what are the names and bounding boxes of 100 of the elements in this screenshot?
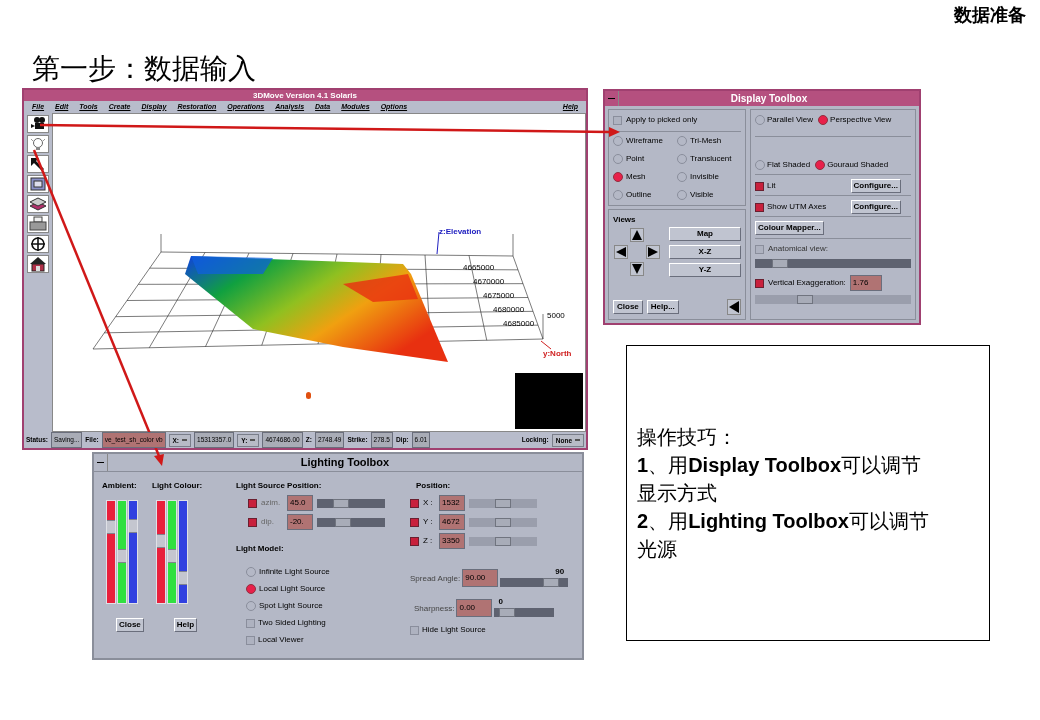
checkbox[interactable] xyxy=(613,115,622,125)
radio-button[interactable] xyxy=(246,567,256,577)
checkbox[interactable] xyxy=(248,498,257,508)
radio-label: Spot Light Source xyxy=(259,600,323,612)
radio-button[interactable] xyxy=(613,190,623,200)
slider-thumb[interactable] xyxy=(335,517,352,527)
checkbox[interactable] xyxy=(755,278,764,288)
tool-button[interactable] xyxy=(27,255,49,273)
radio-button[interactable] xyxy=(613,136,623,146)
section-label: Ambient: xyxy=(102,480,138,492)
radio-label: Flat Shaded xyxy=(767,159,811,171)
slider-thumb[interactable] xyxy=(542,578,559,587)
button[interactable]: Configure... xyxy=(850,200,901,214)
slider-thumb[interactable] xyxy=(332,498,349,508)
slider-reading: 0 xyxy=(498,596,504,608)
radio-button[interactable] xyxy=(755,160,765,170)
tick-label: 5000 xyxy=(547,310,565,322)
slider-thumb[interactable] xyxy=(797,295,813,304)
slider-thumb[interactable] xyxy=(129,518,137,533)
button[interactable]: X-Z xyxy=(669,245,741,259)
button[interactable]: Close xyxy=(613,300,643,314)
checkbox[interactable] xyxy=(410,498,419,508)
layers-icon xyxy=(29,196,47,212)
slider-thumb[interactable] xyxy=(495,517,511,527)
input-field[interactable]: 45.0 xyxy=(287,495,313,511)
checkbox[interactable] xyxy=(755,181,764,191)
slider-thumb[interactable] xyxy=(157,534,165,549)
button[interactable]: Help xyxy=(173,618,198,632)
triangle-left-icon xyxy=(729,301,739,313)
slider-thumb[interactable] xyxy=(495,536,511,546)
window-menu-button[interactable] xyxy=(605,91,619,106)
slider-thumb[interactable] xyxy=(118,549,126,564)
checkbox-label: Lit xyxy=(767,180,776,192)
collapse-button[interactable] xyxy=(727,299,741,315)
axis-label: y:North xyxy=(543,348,572,360)
checkbox[interactable] xyxy=(246,635,255,645)
button[interactable]: Map xyxy=(669,227,741,241)
button[interactable]: Close xyxy=(116,618,144,632)
field-label: Spread Angle: xyxy=(410,573,461,585)
input-field[interactable]: 1.76 xyxy=(849,275,882,291)
field-label: Sharpness: xyxy=(414,603,455,615)
window-icon xyxy=(29,176,47,192)
button[interactable]: Help... xyxy=(646,300,679,314)
radio-button[interactable] xyxy=(677,190,687,200)
radio-button[interactable] xyxy=(246,584,256,594)
radio-button[interactable] xyxy=(755,115,765,125)
preview-pane xyxy=(515,373,583,429)
arrow-button[interactable] xyxy=(614,245,628,259)
section-label: Light Model: xyxy=(236,543,285,555)
axis-label: z:Elevation xyxy=(439,226,482,238)
checkbox-label: Anatomical view: xyxy=(768,243,829,255)
radio-label: Mesh xyxy=(626,171,646,183)
arrow-button[interactable] xyxy=(646,245,660,259)
input-field[interactable]: 3350 xyxy=(439,533,465,549)
radio-label: Invisible xyxy=(690,171,719,183)
window-menu-button[interactable] xyxy=(94,454,108,471)
triangle-right-icon xyxy=(648,247,658,257)
radio-button[interactable] xyxy=(613,172,623,182)
checkbox-label: Local Viewer xyxy=(258,634,304,646)
input-field[interactable]: -20. xyxy=(287,514,313,530)
checkbox[interactable] xyxy=(246,618,255,628)
tool-button[interactable] xyxy=(27,175,49,193)
checkbox[interactable] xyxy=(410,536,419,546)
input-field[interactable]: 1532 xyxy=(439,495,465,511)
arrow-button[interactable] xyxy=(630,228,644,243)
input-field[interactable]: 90.00 xyxy=(462,569,499,587)
button[interactable]: Y-Z xyxy=(669,263,741,277)
slider-thumb[interactable] xyxy=(168,549,176,564)
radio-label: Tri-Mesh xyxy=(690,135,722,147)
checkbox[interactable] xyxy=(755,202,764,212)
radio-button[interactable] xyxy=(815,160,826,170)
slider-thumb[interactable] xyxy=(179,571,187,586)
input-field[interactable]: 4672 xyxy=(439,514,465,530)
house-icon xyxy=(29,256,47,272)
tips-title: 操作技巧： xyxy=(637,425,738,450)
radio-button[interactable] xyxy=(818,115,829,125)
input-field[interactable]: 0.00 xyxy=(456,599,493,617)
slider-thumb[interactable] xyxy=(771,259,788,268)
radio-button[interactable] xyxy=(613,154,623,164)
arrow-button[interactable] xyxy=(630,261,644,276)
slider-thumb[interactable] xyxy=(107,520,115,535)
printer-icon xyxy=(29,216,47,232)
checkbox[interactable] xyxy=(248,517,257,527)
checkbox[interactable] xyxy=(410,517,419,527)
button[interactable]: Colour Mapper... xyxy=(755,221,824,235)
tool-button[interactable] xyxy=(27,115,49,133)
slider-thumb[interactable] xyxy=(498,608,515,617)
radio-button[interactable] xyxy=(677,154,687,164)
slider-thumb[interactable] xyxy=(495,498,511,508)
tool-button[interactable] xyxy=(27,195,49,213)
tick-label: 4675000 xyxy=(483,290,515,302)
tick-label: 4680000 xyxy=(493,304,525,316)
radio-button[interactable] xyxy=(677,136,687,146)
crosshair-icon xyxy=(29,236,47,252)
tool-button[interactable] xyxy=(27,235,49,253)
checkbox[interactable] xyxy=(410,625,419,635)
radio-button[interactable] xyxy=(246,601,256,611)
checkbox[interactable] xyxy=(755,244,764,254)
button[interactable]: Configure... xyxy=(850,179,901,193)
radio-button[interactable] xyxy=(677,172,687,182)
